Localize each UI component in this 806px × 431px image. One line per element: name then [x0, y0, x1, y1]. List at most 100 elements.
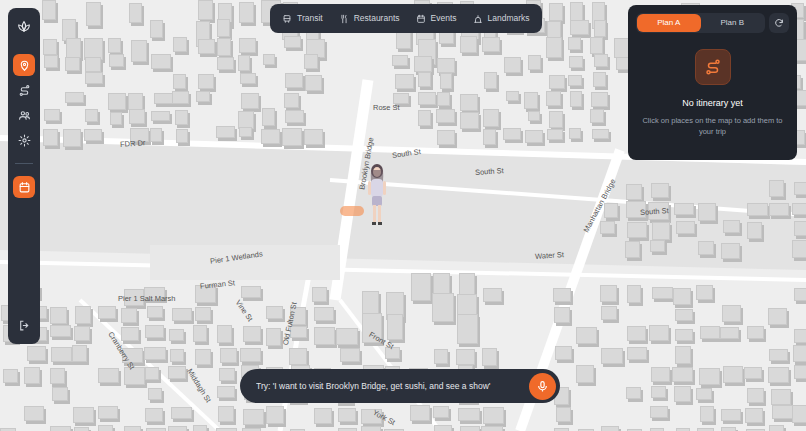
building — [769, 180, 785, 197]
building — [484, 72, 498, 88]
chat-bar — [240, 369, 560, 403]
people-nav-icon[interactable] — [13, 104, 35, 126]
building — [600, 285, 617, 302]
building — [458, 408, 480, 420]
building — [576, 327, 597, 344]
building — [129, 3, 142, 23]
building — [50, 426, 70, 431]
building — [418, 110, 431, 126]
building — [601, 348, 623, 365]
building — [74, 427, 89, 431]
building — [675, 346, 691, 364]
building — [63, 129, 81, 146]
calendar-icon — [416, 14, 426, 24]
building — [434, 349, 449, 364]
building — [336, 328, 357, 345]
building — [625, 241, 640, 258]
building — [24, 367, 40, 384]
building — [769, 349, 788, 362]
building — [525, 130, 543, 143]
building — [243, 409, 264, 425]
building — [263, 54, 275, 65]
building — [504, 57, 521, 73]
lotus-logo-icon[interactable] — [13, 16, 35, 38]
building — [173, 74, 186, 89]
building — [239, 38, 256, 53]
pin-nav-icon[interactable] — [13, 54, 35, 76]
building — [676, 428, 691, 431]
sidebar — [8, 8, 40, 344]
building — [675, 309, 693, 321]
building — [216, 428, 237, 431]
building — [196, 91, 209, 102]
building — [43, 129, 58, 146]
avatar-icon[interactable] — [362, 162, 392, 228]
building — [676, 221, 695, 235]
building — [651, 386, 666, 398]
calendar-icon[interactable] — [13, 176, 35, 198]
building — [86, 2, 100, 26]
building — [198, 74, 214, 89]
building — [747, 222, 761, 239]
building — [555, 346, 572, 360]
building — [131, 40, 147, 62]
building — [240, 348, 261, 362]
building — [195, 307, 212, 322]
building — [171, 407, 191, 419]
building — [216, 126, 235, 138]
building — [314, 327, 335, 344]
building — [483, 129, 496, 145]
building — [768, 367, 788, 383]
landmark-icon — [473, 14, 483, 24]
building — [98, 306, 117, 319]
building — [456, 349, 475, 366]
street-label: Middagh St — [184, 367, 214, 405]
building — [193, 325, 207, 342]
chat-input[interactable] — [256, 380, 521, 393]
building — [720, 327, 739, 339]
building — [652, 222, 670, 240]
building — [145, 367, 159, 380]
building — [721, 409, 741, 421]
street-label: South St — [475, 165, 504, 178]
building — [747, 388, 764, 403]
fork-knife-icon — [339, 14, 349, 24]
building — [460, 36, 477, 53]
category-button[interactable]: Events — [416, 12, 457, 25]
street-label: Pier 1 Salt Marsh — [118, 293, 176, 304]
building — [266, 406, 284, 424]
building — [238, 111, 254, 129]
logout-icon[interactable] — [13, 314, 35, 336]
plan-tab[interactable]: Plan B — [701, 14, 765, 32]
building — [746, 429, 766, 431]
building — [483, 109, 499, 127]
building — [568, 75, 581, 86]
category-button[interactable]: Restaurants — [339, 12, 400, 25]
building — [285, 73, 303, 89]
empty-hint: Click on places on the map to add them t… — [638, 115, 788, 137]
category-label: Landmarks — [488, 12, 530, 25]
gear-nav-icon[interactable] — [13, 129, 35, 151]
building — [314, 408, 332, 424]
category-button[interactable]: Transit — [282, 12, 323, 25]
category-button[interactable]: Landmarks — [473, 12, 530, 25]
sidebar-actions — [13, 176, 35, 198]
building — [549, 3, 563, 21]
building — [147, 306, 162, 319]
plan-tab[interactable]: Plan A — [637, 14, 701, 32]
street-label: Water St — [535, 249, 565, 262]
building — [219, 368, 235, 381]
building — [151, 111, 171, 122]
building — [794, 288, 806, 301]
refresh-icon[interactable] — [769, 13, 789, 33]
building — [554, 428, 570, 431]
building — [241, 286, 261, 298]
building — [547, 129, 563, 140]
route-nav-icon[interactable] — [13, 79, 35, 101]
building — [75, 306, 90, 324]
mic-icon[interactable] — [529, 373, 556, 400]
building — [546, 91, 560, 106]
location-glow — [340, 206, 364, 216]
building — [721, 427, 736, 431]
building — [65, 57, 80, 70]
